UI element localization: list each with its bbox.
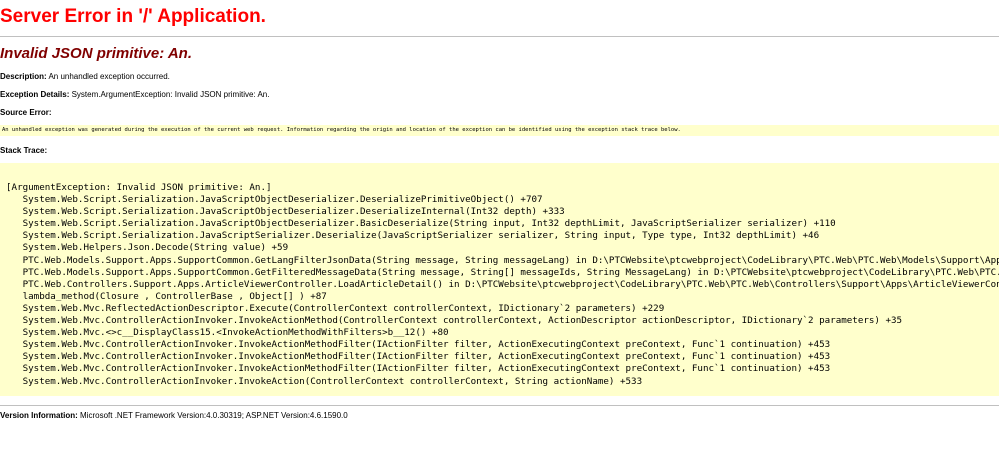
source-error-label: Source Error: — [0, 108, 52, 117]
page-title: Server Error in '/' Application. — [0, 6, 266, 27]
version-info-line: Version Information: Microsoft .NET Fram… — [0, 411, 348, 420]
stack-trace-heading: Stack Trace: — [0, 146, 47, 155]
stack-trace-line: System.Web.Mvc.ControllerActionInvoker.I… — [6, 351, 831, 363]
stack-trace-line: System.Web.Mvc.<>c__DisplayClass15.<Invo… — [6, 327, 449, 339]
stack-trace-line: System.Web.Script.Serialization.JavaScri… — [6, 230, 820, 242]
source-error-text: An unhandled exception was generated dur… — [2, 127, 681, 133]
title-divider — [0, 36, 999, 37]
exception-details-line: Exception Details: System.ArgumentExcept… — [0, 90, 269, 99]
footer-divider — [0, 405, 999, 406]
source-error-box: An unhandled exception was generated dur… — [0, 125, 999, 136]
stack-trace-line: System.Web.Mvc.ControllerActionInvoker.I… — [6, 315, 903, 327]
stack-trace-line: PTC.Web.Models.Support.Apps.SupportCommo… — [6, 254, 999, 266]
stack-trace-text: [ArgumentException: Invalid JSON primiti… — [6, 182, 999, 388]
exception-details-label: Exception Details: — [0, 90, 70, 99]
stack-trace-line: System.Web.Script.Serialization.JavaScri… — [6, 206, 565, 218]
stack-trace-line: System.Web.Mvc.ControllerActionInvoker.I… — [6, 339, 831, 351]
stack-trace-line: [ArgumentException: Invalid JSON primiti… — [6, 182, 272, 193]
description-line: Description: An unhandled exception occu… — [0, 72, 170, 81]
version-info-text: Microsoft .NET Framework Version:4.0.303… — [80, 411, 348, 420]
stack-trace-line: lambda_method(Closure , ControllerBase ,… — [6, 290, 327, 302]
stack-trace-line: System.Web.Script.Serialization.JavaScri… — [6, 194, 543, 206]
stack-trace-box: [ArgumentException: Invalid JSON primiti… — [0, 163, 999, 396]
stack-trace-line: System.Web.Helpers.Json.Decode(String va… — [6, 242, 289, 254]
description-label: Description: — [0, 72, 47, 81]
stack-trace-line: PTC.Web.Controllers.Support.Apps.Article… — [6, 278, 999, 290]
stack-trace-line: System.Web.Mvc.ControllerActionInvoker.I… — [6, 363, 831, 375]
error-subtitle: Invalid JSON primitive: An. — [0, 45, 192, 62]
source-error-heading: Source Error: — [0, 108, 52, 117]
exception-details-text: System.ArgumentException: Invalid JSON p… — [71, 90, 270, 99]
stack-trace-label: Stack Trace: — [0, 146, 48, 155]
stack-trace-line: System.Web.Script.Serialization.JavaScri… — [6, 218, 836, 230]
stack-trace-line: System.Web.Mvc.ReflectedActionDescriptor… — [6, 302, 665, 314]
version-info-label: Version Information: — [0, 411, 78, 420]
stack-trace-line: System.Web.Mvc.ControllerActionInvoker.I… — [6, 375, 643, 387]
description-text: An unhandled exception occurred. — [48, 72, 170, 81]
stack-trace-line: PTC.Web.Models.Support.Apps.SupportCommo… — [6, 266, 999, 278]
